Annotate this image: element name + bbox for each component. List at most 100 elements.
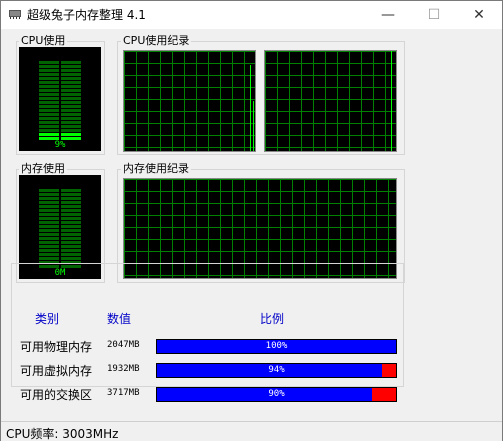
meter-segment <box>61 241 81 244</box>
meter-segment <box>61 69 81 72</box>
meter-segment <box>61 81 81 84</box>
meter-segment <box>61 217 81 220</box>
meter-segment <box>61 197 81 200</box>
cpu-history-graph-core1 <box>123 50 256 152</box>
maximize-button[interactable]: ☐ <box>411 1 457 29</box>
meter-segment <box>39 89 59 92</box>
meter-segment <box>39 113 59 116</box>
meter-segment <box>61 73 81 76</box>
header-value: 数值 <box>107 312 132 326</box>
meter-segment <box>39 85 59 88</box>
meter-segment <box>39 93 59 96</box>
meter-segment <box>61 209 81 212</box>
meter-segment <box>39 225 59 228</box>
meter-segment <box>61 101 81 104</box>
meter-segment <box>61 129 81 132</box>
mem-history-label: 内存使用纪录 <box>121 162 191 175</box>
meter-segment <box>61 245 81 248</box>
app-window: 超级兔子内存整理 4.1 — ☐ ✕ CPU使用 9% CPU使用纪录 内存使用… <box>0 0 503 441</box>
cpu-usage-panel: 9% <box>19 47 101 151</box>
meter-segment <box>39 65 59 68</box>
meter-segment <box>39 97 59 100</box>
meter-segment <box>61 117 81 120</box>
meter-segment <box>61 65 81 68</box>
ratio-bar: 90% <box>156 387 397 402</box>
meter-segment <box>61 133 81 136</box>
cpu-trace-line <box>253 101 254 151</box>
meter-segment <box>39 201 59 204</box>
meter-segment <box>61 229 81 232</box>
row-label: 可用虚拟内存 <box>20 364 93 378</box>
ratio-bar-text: 100% <box>265 341 288 351</box>
meter-segment <box>61 225 81 228</box>
meter-segment <box>39 129 59 132</box>
mem-usage-meter <box>39 189 81 268</box>
meter-segment <box>39 217 59 220</box>
meter-segment <box>61 213 81 216</box>
meter-segment <box>61 233 81 236</box>
cpu-usage-value: 9% <box>54 140 66 150</box>
meter-segment <box>39 213 59 216</box>
meter-segment <box>61 125 81 128</box>
meter-segment <box>39 189 59 192</box>
cpu-usage-meter <box>39 61 81 140</box>
maximize-icon: ☐ <box>427 7 441 23</box>
minimize-icon: — <box>381 7 395 23</box>
meter-segment <box>61 221 81 224</box>
meter-segment <box>39 245 59 248</box>
ratio-bar-text: 90% <box>268 389 285 399</box>
cpu-history-label: CPU使用纪录 <box>121 34 192 47</box>
row-label: 可用物理内存 <box>20 340 93 354</box>
meter-segment <box>61 85 81 88</box>
title-bar[interactable]: 超级兔子内存整理 4.1 — ☐ ✕ <box>1 1 502 29</box>
window-title: 超级兔子内存整理 4.1 <box>27 8 146 22</box>
header-category: 类别 <box>35 312 60 326</box>
close-button[interactable]: ✕ <box>456 1 502 29</box>
meter-segment <box>39 133 59 136</box>
cpu-trace-line <box>250 65 251 151</box>
close-icon: ✕ <box>473 7 485 23</box>
meter-segment <box>39 109 59 112</box>
ratio-bar: 94% <box>156 363 397 378</box>
meter-segment <box>39 249 59 252</box>
mem-usage-label: 内存使用 <box>19 162 67 175</box>
meter-segment <box>39 69 59 72</box>
meter-segment <box>39 209 59 212</box>
meter-segment <box>61 97 81 100</box>
meter-segment <box>61 249 81 252</box>
meter-segment <box>39 253 59 256</box>
meter-segment <box>39 237 59 240</box>
cpu-usage-label: CPU使用 <box>19 34 68 47</box>
meter-segment <box>39 229 59 232</box>
meter-segment <box>39 73 59 76</box>
meter-segment <box>39 105 59 108</box>
row-label: 可用的交换区 <box>20 388 93 402</box>
meter-segment <box>39 221 59 224</box>
ratio-bar: 100% <box>156 339 397 354</box>
status-bar: CPU频率: 3003MHz <box>1 421 502 441</box>
meter-segment <box>39 241 59 244</box>
meter-segment <box>61 121 81 124</box>
memory-chip-icon <box>9 10 21 19</box>
meter-segment <box>39 121 59 124</box>
meter-segment <box>61 237 81 240</box>
cpu-frequency-text: CPU频率: 3003MHz <box>6 427 119 441</box>
row-value: 2047MB <box>107 340 140 350</box>
meter-segment <box>39 125 59 128</box>
meter-segment <box>61 113 81 116</box>
meter-segment <box>61 189 81 192</box>
meter-segment <box>39 77 59 80</box>
cpu-history-graph-core2 <box>264 50 397 152</box>
meter-segment <box>39 193 59 196</box>
meter-segment <box>39 101 59 104</box>
minimize-button[interactable]: — <box>365 1 411 29</box>
header-ratio: 比例 <box>260 312 285 326</box>
meter-segment <box>61 61 81 64</box>
meter-segment <box>39 233 59 236</box>
meter-segment <box>61 201 81 204</box>
meter-segment <box>61 89 81 92</box>
meter-segment <box>61 105 81 108</box>
cpu-trace-line <box>391 51 392 151</box>
meter-segment <box>61 93 81 96</box>
meter-segment <box>61 205 81 208</box>
